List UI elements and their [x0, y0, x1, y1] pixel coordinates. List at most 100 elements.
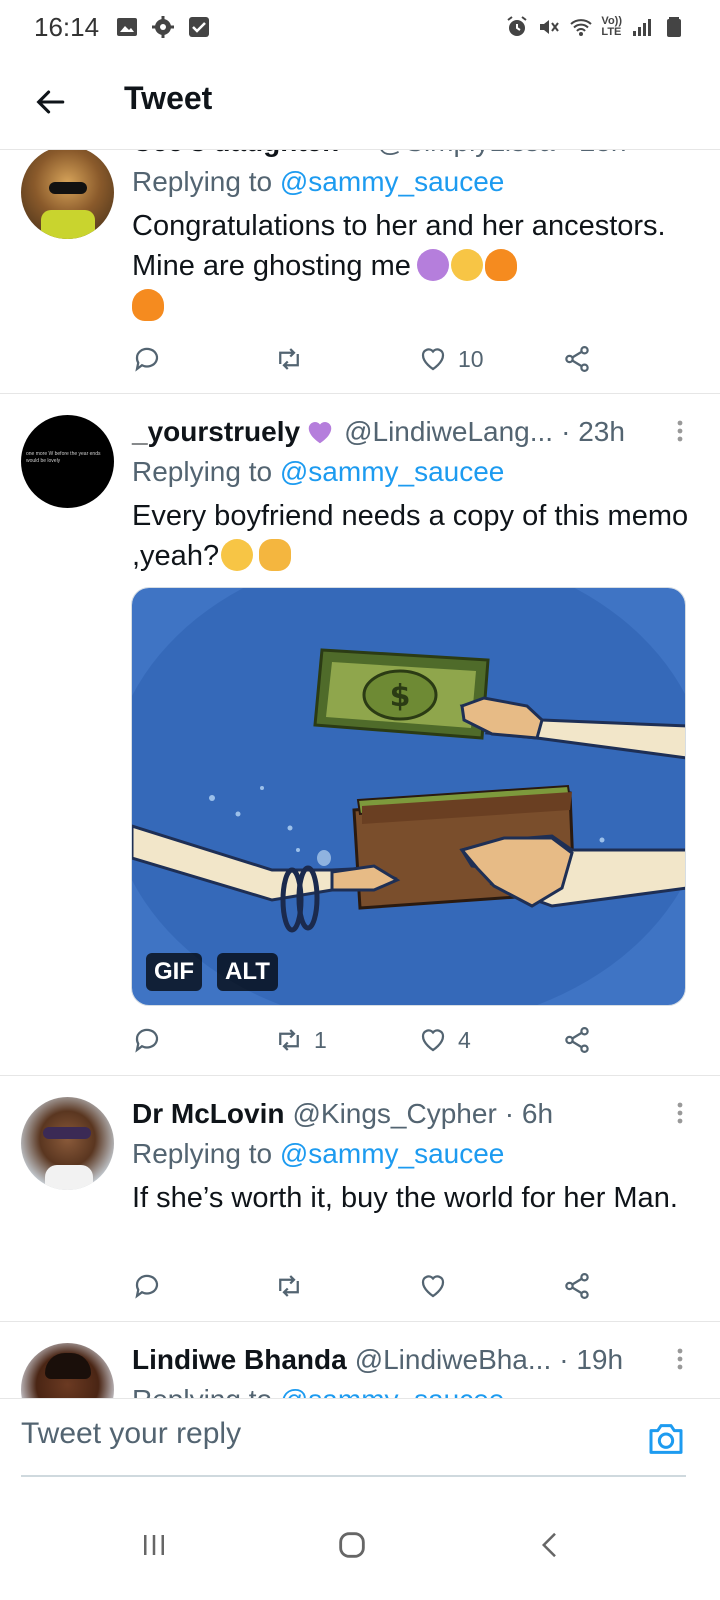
- like-action[interactable]: [418, 1266, 458, 1306]
- mention-link[interactable]: @sammy_saucee: [280, 456, 505, 487]
- avatar-caption: one more W before the year ends would be…: [26, 451, 101, 464]
- page-title: Tweet: [124, 80, 213, 116]
- display-name[interactable]: Dr McLovin: [132, 1098, 284, 1130]
- timestamp[interactable]: · 23h: [563, 150, 627, 158]
- timestamp[interactable]: · 23h: [561, 416, 625, 448]
- retweet-action[interactable]: [274, 1266, 314, 1306]
- reply-feed[interactable]: Cee's daughter. ❤ @SimplyLissa · 23h Rep…: [0, 150, 720, 1426]
- reply-input-underline: [21, 1475, 686, 1477]
- tweet-body: Cee's daughter. ❤ @SimplyLissa · 23h Rep…: [132, 150, 690, 326]
- avatar[interactable]: [21, 150, 114, 239]
- display-name[interactable]: Lindiwe Bhanda: [132, 1344, 347, 1376]
- share-icon: [565, 346, 589, 372]
- recent-apps-button[interactable]: [124, 1520, 184, 1570]
- fire-emoji: [484, 249, 517, 281]
- more-options-icon[interactable]: [670, 418, 690, 448]
- user-handle[interactable]: @LindiweBha...: [355, 1344, 552, 1376]
- reply-action[interactable]: [132, 339, 172, 379]
- tweet-text-content: Every boyfriend needs a copy of this mem…: [132, 500, 689, 572]
- avatar-hair: [45, 1353, 91, 1379]
- arrow-left-icon: [36, 90, 65, 114]
- system-nav-bar: [0, 1490, 720, 1600]
- share-action[interactable]: [562, 1020, 592, 1060]
- battery-icon: [667, 17, 681, 37]
- back-button[interactable]: [22, 74, 78, 130]
- retweet-action[interactable]: 1: [274, 1020, 327, 1060]
- reply-icon: [135, 347, 159, 372]
- avatar-sunglasses: [43, 1127, 91, 1139]
- more-options-icon[interactable]: [670, 1346, 690, 1376]
- home-button[interactable]: [322, 1520, 382, 1570]
- display-name[interactable]: Cee's daughter.: [132, 150, 339, 158]
- wifi-icon: [570, 19, 593, 36]
- tweet-item[interactable]: one more W before the year ends would be…: [0, 394, 720, 1076]
- tweet-text-content: Congratulations to her and her ancestors…: [132, 210, 666, 282]
- reply-action[interactable]: [132, 1266, 172, 1306]
- back-nav-button[interactable]: [520, 1520, 580, 1570]
- tweet-text: Congratulations to her and her ancestors…: [132, 206, 690, 326]
- avatar[interactable]: [21, 1097, 114, 1190]
- share-icon: [565, 1273, 589, 1299]
- tweet-text: If she’s worth it, buy the world for her…: [132, 1182, 678, 1214]
- mention-link[interactable]: @sammy_saucee: [280, 1138, 505, 1169]
- volte-icon: Vo)) LTE: [601, 16, 622, 38]
- home-icon: [339, 1532, 365, 1558]
- top-app-bar: Tweet: [0, 54, 720, 150]
- timestamp[interactable]: · 19h: [559, 1344, 623, 1376]
- avatar-sunglasses: [49, 182, 87, 194]
- gif-media[interactable]: $ GIF ALT: [131, 587, 686, 1006]
- retweet-action[interactable]: [274, 339, 314, 379]
- rolling-eyes-emoji: [221, 539, 254, 571]
- alt-text-button[interactable]: ALT: [217, 953, 278, 991]
- like-action[interactable]: 10: [418, 339, 484, 379]
- reply-icon: [135, 1274, 159, 1299]
- tweet-body: _yourstruely @LindiweLang... · 23h Reply…: [132, 412, 690, 576]
- tweet-item[interactable]: Dr McLovin @Kings_Cypher · 6h Replying t…: [0, 1076, 720, 1322]
- like-action[interactable]: 4: [418, 1020, 471, 1060]
- tweet-actions: 10: [132, 339, 612, 379]
- share-action[interactable]: [562, 339, 592, 379]
- user-handle[interactable]: @LindiweLang...: [344, 416, 553, 448]
- avatar[interactable]: one more W before the year ends would be…: [21, 415, 114, 508]
- status-bar-left: 16:14: [34, 12, 211, 43]
- like-count: 10: [458, 345, 484, 372]
- replying-to: Replying to @sammy_saucee: [132, 162, 690, 204]
- tweet-item[interactable]: Cee's daughter. ❤ @SimplyLissa · 23h Rep…: [0, 150, 720, 394]
- gear-icon: [152, 16, 175, 38]
- replying-to: Replying to @sammy_saucee: [132, 1134, 690, 1176]
- share-action[interactable]: [562, 1266, 592, 1306]
- like-heart-icon: [421, 348, 445, 371]
- display-name[interactable]: _yourstruely: [132, 416, 300, 448]
- volte-bottom: LTE: [601, 26, 622, 38]
- like-heart-icon: [421, 1029, 445, 1052]
- checkbox-icon: [189, 17, 210, 37]
- timestamp[interactable]: · 6h: [505, 1098, 553, 1130]
- woman-facepalming-emoji: [416, 249, 449, 281]
- reply-composer: Tweet your reply: [0, 1398, 720, 1490]
- tweet-text: Every boyfriend needs a copy of this mem…: [132, 496, 690, 576]
- tweet-actions: [132, 1266, 612, 1306]
- alarm-icon: [507, 16, 528, 36]
- mention-link[interactable]: @sammy_saucee: [280, 166, 505, 197]
- status-bar-right: Vo)) LTE: [505, 15, 686, 39]
- reply-input[interactable]: Tweet your reply: [21, 1417, 241, 1451]
- share-icon: [565, 1027, 589, 1053]
- clock: 16:14: [34, 11, 100, 42]
- image-icon: [117, 18, 138, 36]
- reply-icon: [135, 1028, 159, 1053]
- user-handle[interactable]: @SimplyLissa: [377, 150, 555, 158]
- more-options-icon[interactable]: [670, 1100, 690, 1130]
- like-count: 4: [458, 1026, 471, 1053]
- camera-icon[interactable]: [646, 1419, 686, 1459]
- gif-badge: GIF: [146, 953, 202, 991]
- fire-emoji: [132, 289, 164, 321]
- reply-action[interactable]: [132, 1020, 172, 1060]
- user-handle[interactable]: @Kings_Cypher: [292, 1098, 496, 1130]
- tweet-body: Dr McLovin @Kings_Cypher · 6h Replying t…: [132, 1094, 690, 1218]
- like-heart-icon: [421, 1275, 445, 1298]
- mute-icon: [540, 20, 560, 34]
- tweet-header: _yourstruely @LindiweLang... · 23h: [132, 412, 690, 452]
- status-bar: 16:14 Vo)) LTE: [0, 0, 720, 54]
- money-exchange-gif: $: [132, 588, 685, 1005]
- replying-to: Replying to @sammy_saucee: [132, 452, 690, 494]
